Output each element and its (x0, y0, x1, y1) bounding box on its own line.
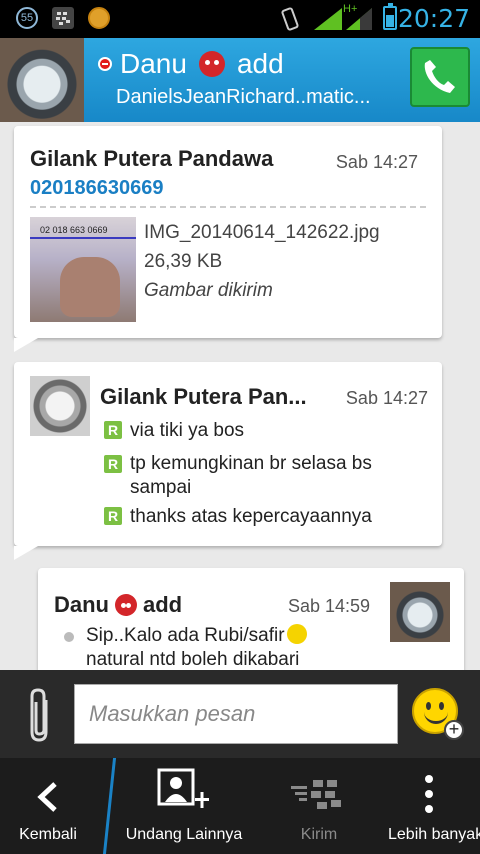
own-sender: Danu add (54, 592, 183, 617)
bubble-tail (14, 546, 38, 560)
attach-paperclip-button[interactable] (24, 686, 56, 746)
chevron-left-icon (37, 782, 57, 812)
contact-name-suffix: add (236, 48, 284, 79)
message-card-2[interactable]: Gilank Putera Pan... Sab 14:27 Rvia tiki… (14, 362, 442, 560)
clock: 20:27 (397, 4, 470, 33)
contact-avatar[interactable] (0, 38, 84, 122)
add-icon: + (444, 720, 464, 740)
attachment-size: 26,39 KB (144, 251, 223, 272)
message-input[interactable] (74, 684, 398, 744)
message-line: Rtp kemungkinan br selasa bs sampai (104, 452, 424, 500)
message-time: Sab 14:27 (335, 152, 418, 172)
message-line: Rvia tiki ya bos (104, 420, 244, 442)
message-time: Sab 14:27 (345, 388, 428, 408)
delivered-dot-icon (64, 632, 74, 642)
back-button[interactable]: Kembali (0, 758, 96, 854)
message-card-1[interactable]: Gilank Putera Pandawa Sab 14:27 02018663… (14, 126, 442, 352)
read-badge-icon: R (104, 421, 122, 439)
sender-phone-link[interactable]: 020186630669 (30, 177, 163, 200)
signal-strength-icon (314, 8, 342, 30)
vibrate-icon (281, 7, 299, 31)
overflow-menu-icon (425, 775, 433, 813)
voice-call-button[interactable] (410, 47, 470, 107)
add-contact-icon (157, 768, 209, 808)
bbm-send-icon (291, 780, 341, 809)
app-notification-icon (88, 7, 110, 29)
message-line: Rthanks atas kepercayaannya (104, 506, 372, 528)
read-badge-icon: R (104, 507, 122, 525)
message-line: Sip..Kalo ada Rubi/safir natural ntd bol… (86, 624, 307, 672)
thumbnail-text: 02 018 663 0669 (40, 225, 108, 235)
image-thumbnail[interactable]: 02 018 663 0669 (30, 217, 136, 322)
bubble-tail (14, 338, 38, 352)
notification-badge-icon: 55 (16, 7, 38, 29)
phone-icon (424, 60, 455, 93)
sender-name: Gilank Putera Pandawa (30, 146, 274, 171)
devil-emoji-icon (115, 594, 137, 616)
emoticon-button[interactable]: + (412, 688, 464, 740)
signal-strength-2-icon (346, 8, 372, 30)
battery-icon (383, 3, 397, 30)
read-badge-icon: R (104, 455, 122, 473)
devil-emoji-icon (198, 51, 225, 77)
divider (30, 206, 426, 208)
sender-name: Gilank Putera Pan... (100, 384, 307, 409)
busy-status-icon (98, 57, 112, 71)
more-button[interactable]: Lebih banyak (380, 758, 480, 854)
send-button[interactable]: Kirim (268, 758, 370, 854)
attachment-status: Gambar dikirim (144, 280, 273, 301)
status-bar: 55 H+ 20:27 (0, 0, 480, 38)
grin-emoji-icon (286, 624, 307, 644)
contact-status-message: DanielsJeanRichard..matic... (116, 86, 371, 108)
own-avatar[interactable] (390, 582, 450, 642)
bbm-icon (52, 7, 74, 29)
contact-name: Danu (120, 48, 187, 79)
sender-avatar[interactable] (30, 376, 90, 436)
message-time: Sab 14:59 (288, 596, 371, 616)
invite-others-button[interactable]: Undang Lainnya (118, 758, 250, 854)
contact-title[interactable]: Danu add (98, 48, 284, 80)
attachment-filename: IMG_20140614_142622.jpg (144, 222, 380, 243)
